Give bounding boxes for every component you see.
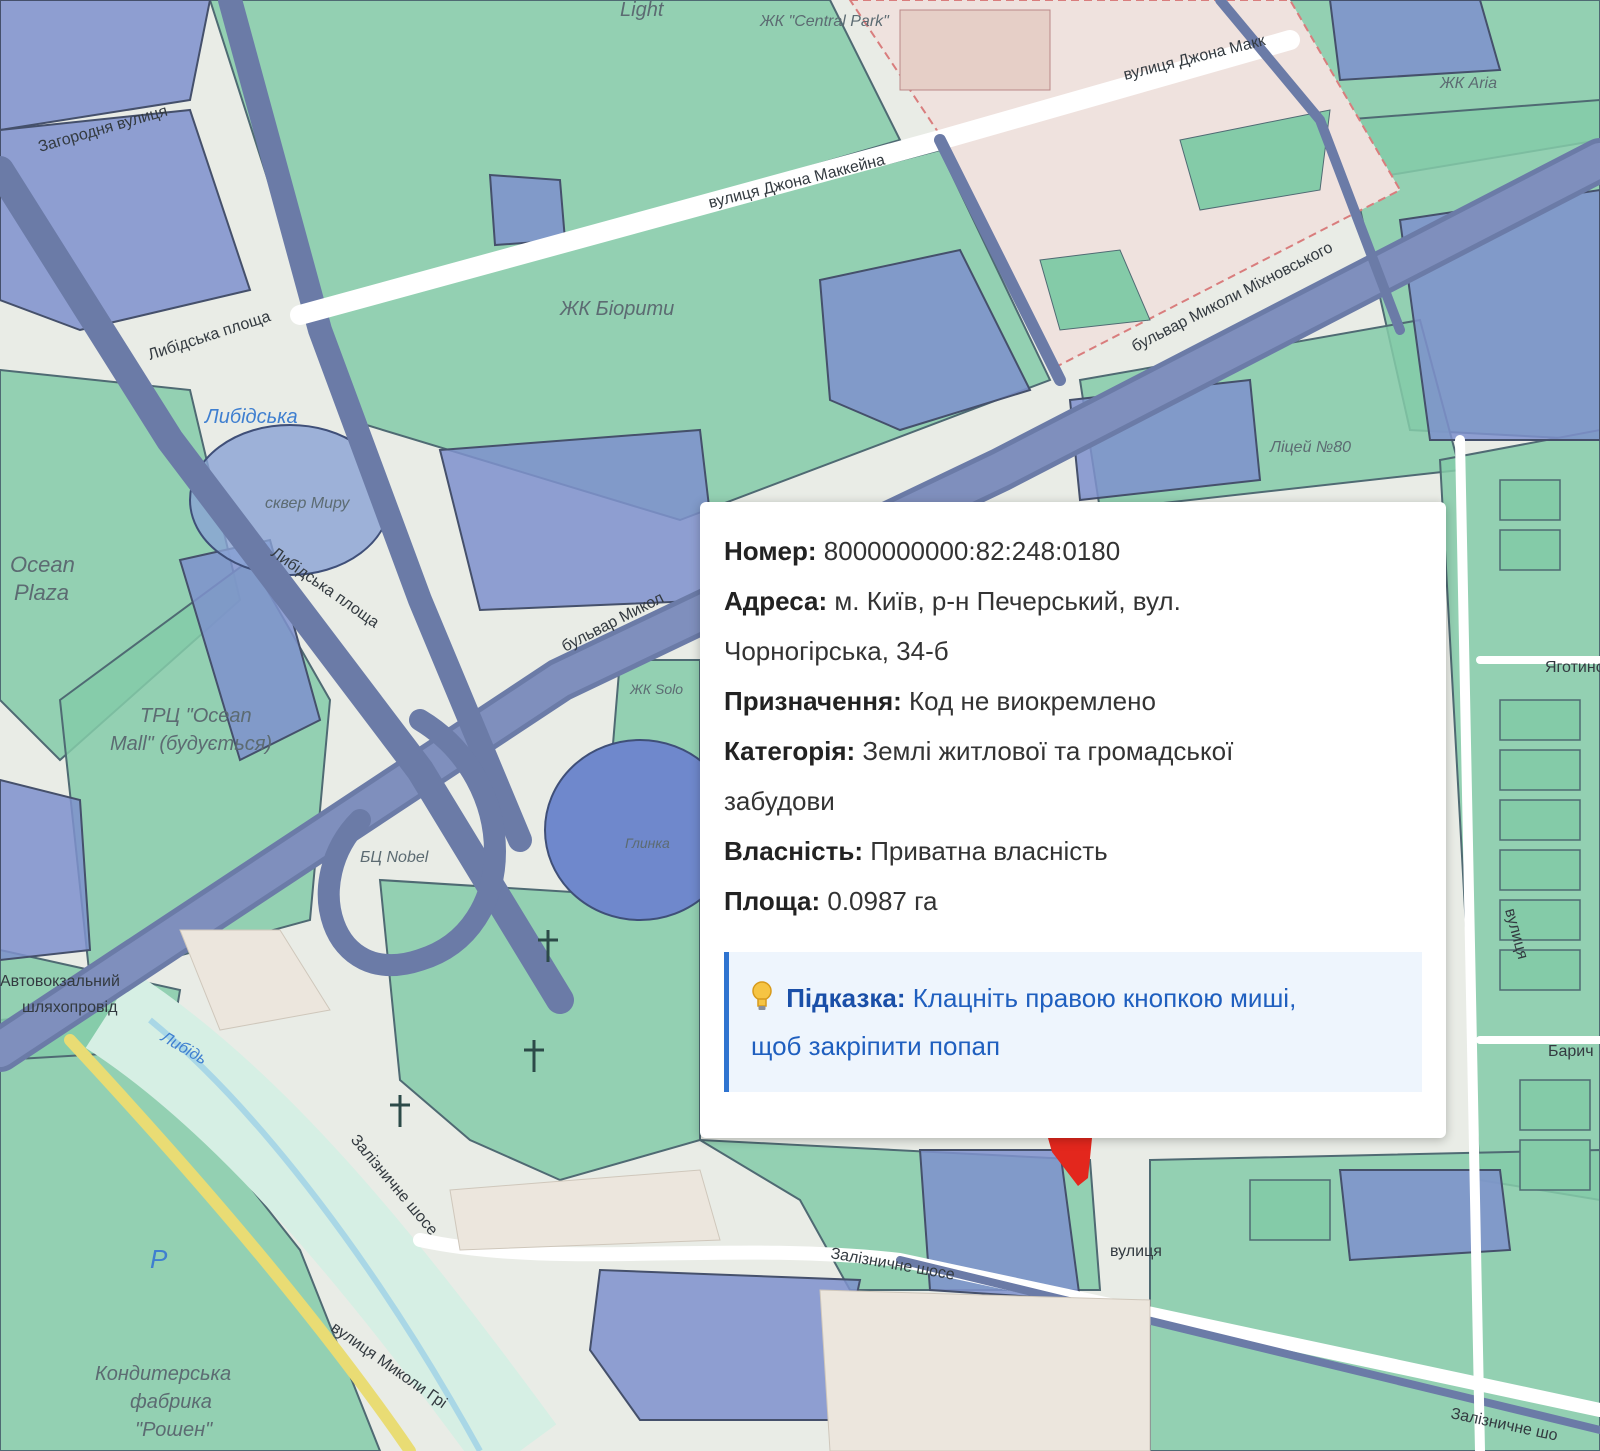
place-hlynka: Глинка bbox=[625, 835, 670, 851]
street-ulytsia: вулиця bbox=[1110, 1243, 1162, 1260]
place-zhk-aria: ЖК Aria bbox=[1439, 75, 1497, 92]
hint-box: Підказка: Клацніть правою кнопкою миші, … bbox=[724, 952, 1422, 1092]
row-purpose: Призначення: Код не виокремлено bbox=[724, 676, 1422, 726]
ownership-value: Приватна власність bbox=[870, 836, 1108, 866]
row-area: Площа: 0.0987 га bbox=[724, 876, 1422, 926]
place-skver-myru: сквер Миру bbox=[265, 495, 350, 512]
place-trts-2: Mall" (будується) bbox=[110, 733, 272, 755]
place-zhk-biority: ЖК Біорити bbox=[559, 298, 674, 320]
purpose-label: Призначення: bbox=[724, 686, 902, 716]
place-bts-nobel: БЦ Nobel bbox=[360, 849, 429, 866]
address-label: Адреса: bbox=[724, 586, 828, 616]
parking-icon: P bbox=[150, 1244, 168, 1274]
place-roshen-1: Кондитерська bbox=[95, 1363, 231, 1385]
hint-text-1: Клацніть правою кнопкою миші, bbox=[912, 983, 1297, 1013]
hint-label: Підказка: bbox=[786, 983, 906, 1013]
place-avtovokzal-2: шляхопровід bbox=[22, 999, 118, 1016]
number-label: Номер: bbox=[724, 536, 817, 566]
category-label: Категорія: bbox=[724, 736, 856, 766]
purpose-value: Код не виокремлено bbox=[909, 686, 1156, 716]
ownership-label: Власність: bbox=[724, 836, 863, 866]
place-roshen-3: "Рошен" bbox=[135, 1419, 213, 1441]
place-ocean-plaza-2: Plaza bbox=[14, 580, 69, 605]
place-trts-1: ТРЦ "Ocean bbox=[140, 705, 252, 727]
place-central-park: ЖК "Central Park" bbox=[759, 13, 890, 30]
hint-text-2: щоб закріпити попап bbox=[751, 1031, 1001, 1061]
category-value-1: Землі житлової та громадської bbox=[862, 736, 1234, 766]
number-value: 8000000000:82:248:0180 bbox=[823, 536, 1121, 566]
street-yahotynska: Яготинсь bbox=[1545, 659, 1600, 676]
location-marker-icon[interactable] bbox=[1048, 1138, 1092, 1186]
address-value-2: Чорногірська, 34-б bbox=[724, 636, 949, 666]
row-address: Адреса: м. Київ, р-н Печерський, вул. Чо… bbox=[724, 576, 1422, 676]
place-avtovokzal-1: Автовокзальний bbox=[0, 973, 120, 990]
address-value-1: м. Київ, р-н Печерський, вул. bbox=[834, 586, 1181, 616]
row-ownership: Власність: Приватна власність bbox=[724, 826, 1422, 876]
place-ocean-plaza-1: Ocean bbox=[10, 552, 75, 577]
row-category: Категорія: Землі житлової та громадської… bbox=[724, 726, 1422, 826]
area-value: 0.0987 га bbox=[827, 886, 938, 916]
area-label: Площа: bbox=[724, 886, 821, 916]
row-number: Номер: 8000000000:82:248:0180 bbox=[724, 526, 1422, 576]
street-bariczna: Барич bbox=[1548, 1043, 1594, 1060]
place-zhk-solo: ЖК Solo bbox=[629, 681, 683, 697]
place-roshen-2: фабрика bbox=[130, 1391, 212, 1413]
place-lybidska-metro: Либідська bbox=[203, 406, 298, 428]
place-lytsei: Ліцей №80 bbox=[1269, 439, 1351, 456]
lightbulb-icon bbox=[752, 981, 772, 1010]
place-light: Light bbox=[620, 0, 665, 21]
parcel-info-popup[interactable]: Номер: 8000000000:82:248:0180 Адреса: м.… bbox=[700, 502, 1446, 1138]
category-value-2: забудови bbox=[724, 786, 835, 816]
